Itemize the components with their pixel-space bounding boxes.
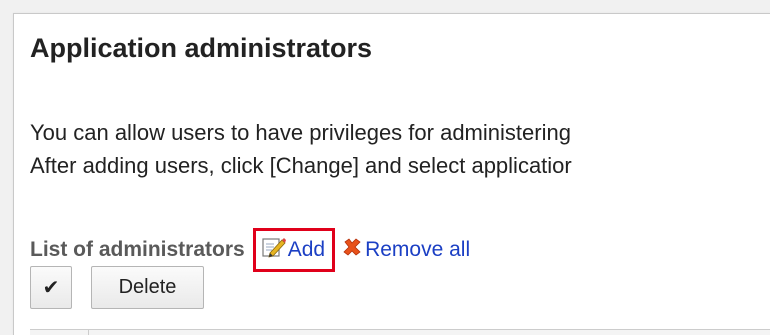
x-icon <box>342 237 365 263</box>
select-all-button[interactable]: ✔ <box>30 266 72 309</box>
remove-all-link[interactable]: Remove all <box>342 237 470 263</box>
description: You can allow users to have privileges f… <box>30 116 572 182</box>
column-divider <box>88 330 89 335</box>
remove-all-label: Remove all <box>365 238 471 261</box>
description-line-1: You can allow users to have privileges f… <box>30 120 571 145</box>
description-line-2: After adding users, click [Change] and s… <box>30 153 572 178</box>
administrators-table-header <box>30 329 770 335</box>
add-link[interactable]: Add <box>252 228 336 272</box>
settings-panel: Application administrators You can allow… <box>13 13 770 335</box>
list-actions: ✔ Delete <box>30 266 204 309</box>
list-title: List of administrators <box>30 238 245 261</box>
add-label: Add <box>287 238 326 261</box>
page-title: Application administrators <box>30 33 373 63</box>
edit-icon <box>262 236 288 264</box>
delete-button[interactable]: Delete <box>91 266 204 309</box>
